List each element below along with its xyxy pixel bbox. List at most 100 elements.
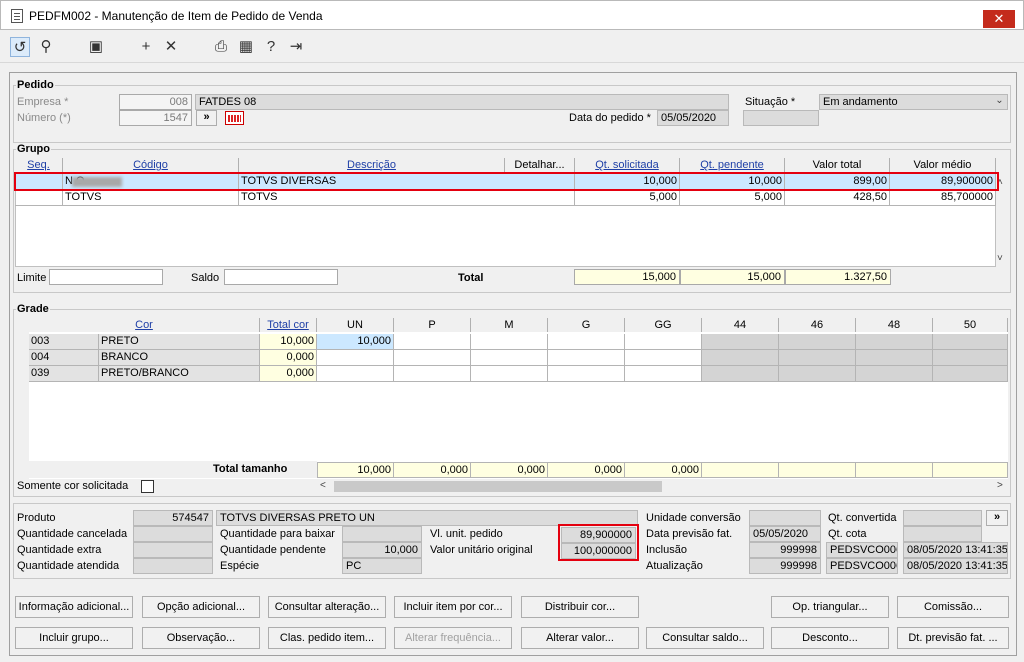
print-icon[interactable]: ⎙ bbox=[211, 37, 231, 57]
grade-row-2-un[interactable] bbox=[317, 350, 394, 366]
especie-label: Espécie bbox=[220, 560, 260, 572]
grade-header-48[interactable]: 48 bbox=[856, 318, 933, 332]
grade-header-total-cor[interactable]: Total cor bbox=[260, 318, 317, 332]
grupo-row-2-descricao[interactable]: TOTVS bbox=[239, 190, 575, 206]
observacao-button[interactable]: Observação... bbox=[142, 627, 260, 649]
grupo-row-2-qt-pendente[interactable]: 5,000 bbox=[680, 190, 785, 206]
grade-header-un[interactable]: UN bbox=[317, 318, 394, 332]
grade-row-1-p[interactable] bbox=[394, 334, 471, 350]
empresa-name-field: FATDES 08 bbox=[195, 94, 729, 110]
grupo-row-1-qt-solicitada[interactable]: 10,000 bbox=[575, 174, 680, 190]
save-icon[interactable]: ▣ bbox=[86, 37, 106, 57]
grade-row-1-48 bbox=[856, 334, 933, 350]
grupo-row-1-seq[interactable] bbox=[15, 174, 63, 190]
grupo-row-2-valor-total[interactable]: 428,50 bbox=[785, 190, 890, 206]
grade-row-3-gg[interactable] bbox=[625, 366, 702, 382]
situacao-select[interactable]: Em andamento bbox=[819, 94, 1008, 110]
grade-row-1-g[interactable] bbox=[548, 334, 625, 350]
grupo-row-2-valor-medio[interactable]: 85,700000 bbox=[890, 190, 996, 206]
limite-field[interactable] bbox=[49, 269, 163, 285]
grupo-header-codigo[interactable]: Código bbox=[63, 158, 239, 172]
grupo-header-descricao[interactable]: Descrição bbox=[239, 158, 505, 172]
grade-row-3-m[interactable] bbox=[471, 366, 548, 382]
limite-label: Limite bbox=[17, 272, 47, 284]
delete-icon[interactable]: ✕ bbox=[161, 37, 181, 57]
comissao-button[interactable]: Comissão... bbox=[897, 596, 1009, 618]
grade-row-3-g[interactable] bbox=[548, 366, 625, 382]
undo-icon[interactable]: ↺ bbox=[10, 37, 30, 57]
dt-previsao-button[interactable]: Dt. previsão fat. ... bbox=[897, 627, 1009, 649]
saldo-field[interactable] bbox=[224, 269, 338, 285]
grupo-row-1-descricao[interactable]: TOTVS DIVERSAS bbox=[239, 174, 575, 190]
pedido-calendar-icon[interactable] bbox=[225, 111, 244, 125]
grade-row-2-gg[interactable] bbox=[625, 350, 702, 366]
grade-row-1-gg[interactable] bbox=[625, 334, 702, 350]
grade-row-1-m[interactable] bbox=[471, 334, 548, 350]
add-icon[interactable]: + bbox=[136, 37, 156, 57]
desconto-button[interactable]: Desconto... bbox=[771, 627, 889, 649]
grade-row-3-un[interactable] bbox=[317, 366, 394, 382]
calendar-icon[interactable]: ▦ bbox=[236, 37, 256, 57]
alterar-valor-button[interactable]: Alterar valor... bbox=[521, 627, 639, 649]
grupo-row-1-valor-medio[interactable]: 89,900000 bbox=[890, 174, 996, 190]
scroll-up-icon[interactable]: ˄ bbox=[997, 177, 1003, 188]
opcao-adicional-button[interactable]: Opção adicional... bbox=[142, 596, 260, 618]
grade-row-1-un[interactable]: 10,000 bbox=[317, 334, 394, 350]
close-button[interactable]: ✕ bbox=[983, 10, 1015, 28]
pedido-nav-button[interactable]: » bbox=[196, 110, 217, 126]
consultar-alteracao-button[interactable]: Consultar alteração... bbox=[268, 596, 386, 618]
numero-field[interactable]: 1547 bbox=[119, 110, 192, 126]
info-adicional-button[interactable]: Informação adicional... bbox=[15, 596, 133, 618]
grade-row-1-code[interactable]: 003 bbox=[29, 334, 99, 350]
grade-header-cor[interactable]: Cor bbox=[29, 318, 260, 332]
grupo-header-detalhar[interactable]: Detalhar... bbox=[505, 158, 575, 172]
grade-row-2-name[interactable]: BRANCO bbox=[99, 350, 260, 366]
grade-row-2-m[interactable] bbox=[471, 350, 548, 366]
grupo-row-2-codigo[interactable]: TOTVS bbox=[63, 190, 239, 206]
grade-row-3-code[interactable]: 039 bbox=[29, 366, 99, 382]
incluir-grupo-button[interactable]: Incluir grupo... bbox=[15, 627, 133, 649]
grade-header-gg[interactable]: GG bbox=[625, 318, 702, 332]
grade-horizontal-scrollbar[interactable]: < > bbox=[317, 479, 1008, 493]
grupo-header-seq[interactable]: Seq. bbox=[15, 158, 63, 172]
somente-cor-checkbox[interactable] bbox=[141, 480, 154, 493]
grade-header-g[interactable]: G bbox=[548, 318, 625, 332]
scroll-left-icon[interactable]: < bbox=[320, 480, 326, 491]
grade-row-1-name[interactable]: PRETO bbox=[99, 334, 260, 350]
grade-header-m[interactable]: M bbox=[471, 318, 548, 332]
grade-header-p[interactable]: P bbox=[394, 318, 471, 332]
grade-row-3-name[interactable]: PRETO/BRANCO bbox=[99, 366, 260, 382]
grupo-header-valor-medio[interactable]: Valor médio bbox=[890, 158, 996, 172]
grupo-header-qt-solicitada[interactable]: Qt. solicitada bbox=[575, 158, 680, 172]
clas-pedido-button[interactable]: Clas. pedido item... bbox=[268, 627, 386, 649]
grupo-row-2-qt-solicitada[interactable]: 5,000 bbox=[575, 190, 680, 206]
distribuir-cor-button[interactable]: Distribuir cor... bbox=[521, 596, 639, 618]
grade-header-44[interactable]: 44 bbox=[702, 318, 779, 332]
grade-row-2-p[interactable] bbox=[394, 350, 471, 366]
grade-row-2-g[interactable] bbox=[548, 350, 625, 366]
grade-header-50[interactable]: 50 bbox=[933, 318, 1008, 332]
scroll-thumb[interactable] bbox=[334, 481, 662, 492]
alterar-frequencia-button[interactable]: Alterar frequência... bbox=[394, 627, 512, 649]
grade-row-2-code[interactable]: 004 bbox=[29, 350, 99, 366]
grupo-vertical-scrollbar[interactable]: ˄ ˅ bbox=[996, 158, 1008, 267]
info-nav-button[interactable]: » bbox=[986, 510, 1008, 526]
empresa-field[interactable]: 008 bbox=[119, 94, 192, 110]
help-icon[interactable]: ? bbox=[261, 37, 281, 57]
scroll-right-icon[interactable]: > bbox=[997, 480, 1003, 491]
grupo-row-2-seq[interactable] bbox=[15, 190, 63, 206]
consultar-saldo-button[interactable]: Consultar saldo... bbox=[646, 627, 764, 649]
exit-icon[interactable]: ⇥ bbox=[286, 37, 306, 57]
grupo-header-valor-total[interactable]: Valor total bbox=[785, 158, 890, 172]
grade-header-46[interactable]: 46 bbox=[779, 318, 856, 332]
incluir-item-cor-button[interactable]: Incluir item por cor... bbox=[394, 596, 512, 618]
grupo-row-1-qt-pendente[interactable]: 10,000 bbox=[680, 174, 785, 190]
empresa-label: Empresa * bbox=[17, 96, 69, 108]
grupo-header-qt-pendente[interactable]: Qt. pendente bbox=[680, 158, 785, 172]
chevron-down-icon[interactable]: ⌄ bbox=[992, 95, 1007, 109]
op-triangular-button[interactable]: Op. triangular... bbox=[771, 596, 889, 618]
grade-row-3-p[interactable] bbox=[394, 366, 471, 382]
scroll-down-icon[interactable]: ˅ bbox=[997, 253, 1003, 264]
search-icon[interactable]: ⚲ bbox=[36, 37, 56, 57]
grupo-row-1-valor-total[interactable]: 899,00 bbox=[785, 174, 890, 190]
